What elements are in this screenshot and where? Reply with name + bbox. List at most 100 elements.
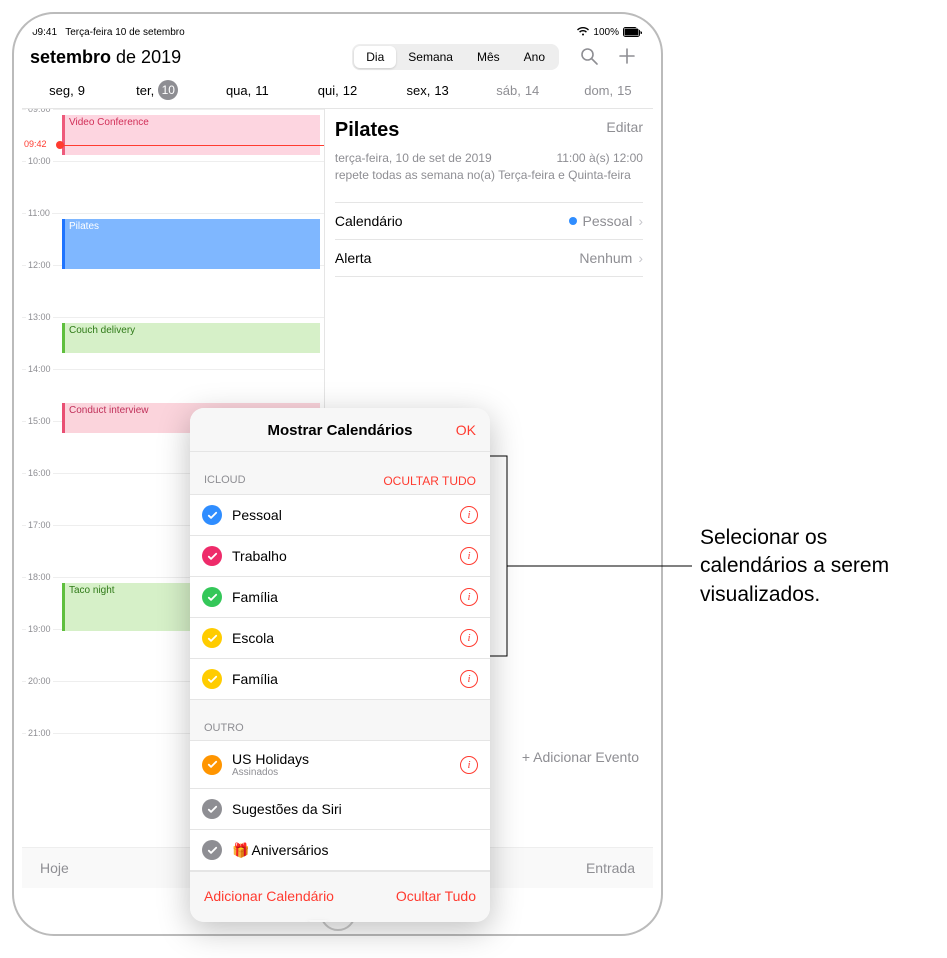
day-number: 11 <box>255 83 269 98</box>
calendar-color-dot <box>569 217 577 225</box>
timeline-event[interactable]: Pilates <box>62 219 320 269</box>
status-time: 09:41 <box>32 27 57 38</box>
hour-label: 20:00 <box>26 676 53 686</box>
section-other-label: OUTRO <box>204 722 244 734</box>
add-icon[interactable] <box>617 46 637 69</box>
hour-label: 14:00 <box>26 364 53 374</box>
hour-label: 15:00 <box>26 416 53 426</box>
popover-body[interactable]: ICLOUD OCULTAR TUDO PessoaliTrabalhoiFam… <box>190 452 490 871</box>
month-rest: de 2019 <box>111 47 181 67</box>
calendar-info-button[interactable]: i <box>460 506 478 524</box>
popover-ok-button[interactable]: OK <box>456 422 476 438</box>
calendar-list-item[interactable]: Sugestões da Siri <box>190 788 490 829</box>
day-number: 14 <box>525 83 539 98</box>
view-tab-dia[interactable]: Dia <box>354 46 396 68</box>
calendar-info-button[interactable]: i <box>460 670 478 688</box>
hour-label: 19:00 <box>26 624 53 634</box>
day-label: seg, <box>49 83 74 98</box>
chevron-right-icon: › <box>638 250 643 266</box>
view-tab-mês[interactable]: Mês <box>465 46 512 68</box>
calendar-name: Família <box>232 589 278 605</box>
now-time-label: 09:42 <box>24 139 47 149</box>
day-label: dom, <box>584 83 613 98</box>
hour-label: 16:00 <box>26 468 53 478</box>
view-segmented-control[interactable]: DiaSemanaMêsAno <box>352 44 559 70</box>
calendar-name: Família <box>232 671 278 687</box>
hour-label: 11:00 <box>26 208 52 218</box>
hour-label: 09:00 <box>26 109 53 114</box>
month-title[interactable]: setembro de 2019 <box>30 47 181 68</box>
hour-label: 17:00 <box>26 520 53 530</box>
calendar-name: Trabalho <box>232 548 287 564</box>
timeline-event[interactable]: Couch delivery <box>62 323 320 353</box>
battery-pct: 100% <box>593 27 619 38</box>
day-cell[interactable]: sex,13 <box>383 80 473 100</box>
calendar-list-item[interactable]: Escola i <box>190 617 490 658</box>
edit-button[interactable]: Editar <box>606 119 643 135</box>
event-date-line: terça-feira, 10 de set de 2019 <box>335 151 492 165</box>
calendar-info-button[interactable]: i <box>460 547 478 565</box>
day-number-selected: 10 <box>158 80 178 100</box>
alert-value: Nenhum <box>579 250 632 266</box>
inbox-button[interactable]: Entrada <box>586 860 635 876</box>
section-icloud-label: ICLOUD <box>204 474 246 488</box>
calendar-checkbox[interactable] <box>202 587 222 607</box>
calendar-list-item[interactable]: Família i <box>190 658 490 700</box>
add-event-button[interactable]: + Adicionar Evento <box>522 749 639 765</box>
calendar-checkbox[interactable] <box>202 840 222 860</box>
calendar-row[interactable]: Calendário Pessoal › <box>335 202 643 239</box>
chevron-right-icon: › <box>638 213 643 229</box>
weekday-row: seg, 9 ter,10 qua, 11 qui,12sex,13sáb,14 dom, 1… <box>22 76 653 109</box>
search-icon[interactable] <box>579 46 599 69</box>
today-button[interactable]: Hoje <box>40 860 69 876</box>
calendar-subtext: Assinados <box>232 767 450 778</box>
calendar-checkbox[interactable] <box>202 546 222 566</box>
calendar-checkbox[interactable] <box>202 669 222 689</box>
hide-all-icloud-button[interactable]: OCULTAR TUDO <box>383 474 476 488</box>
calendar-name: Sugestões da Siri <box>232 801 342 817</box>
hour-label: 21:00 <box>26 728 53 738</box>
hide-all-button[interactable]: Ocultar Tudo <box>396 888 476 904</box>
day-number: 15 <box>617 83 631 98</box>
top-bar: setembro de 2019 DiaSemanaMêsAno <box>22 40 653 76</box>
now-indicator-line <box>60 145 324 146</box>
calendar-value: Pessoal <box>583 213 633 229</box>
view-tab-ano[interactable]: Ano <box>512 46 557 68</box>
view-tab-semana[interactable]: Semana <box>396 46 465 68</box>
battery-icon <box>623 27 643 38</box>
month-bold: setembro <box>30 47 111 67</box>
calendar-list-item[interactable]: 🎁Aniversários <box>190 829 490 871</box>
hour-label: 18:00 <box>26 572 53 582</box>
day-number: 12 <box>343 83 357 98</box>
calendar-checkbox[interactable] <box>202 628 222 648</box>
alert-label: Alerta <box>335 250 372 266</box>
day-cell[interactable]: sáb,14 <box>473 80 563 100</box>
status-bar: 09:41 Terça-feira 10 de setembro 100% <box>22 22 653 40</box>
calendar-name: US Holidays <box>232 751 309 767</box>
day-number: 9 <box>78 83 85 98</box>
add-calendar-button[interactable]: Adicionar Calendário <box>204 888 334 904</box>
calendar-name: Escola <box>232 630 274 646</box>
alert-row[interactable]: Alerta Nenhum › <box>335 239 643 277</box>
day-cell[interactable]: qua, 11 <box>202 80 292 100</box>
calendar-info-button[interactable]: i <box>460 756 478 774</box>
timeline-event[interactable]: Video Conference <box>62 115 320 155</box>
wifi-icon <box>577 27 589 38</box>
day-label: qua, <box>226 83 251 98</box>
day-cell[interactable]: seg, 9 <box>22 80 112 100</box>
day-cell[interactable]: dom, 15 <box>563 80 653 100</box>
calendar-checkbox[interactable] <box>202 755 222 775</box>
calendar-list-item[interactable]: US HolidaysAssinados i <box>190 740 490 788</box>
calendar-list-item[interactable]: Trabalho i <box>190 535 490 576</box>
hour-label: 13:00 <box>26 312 53 322</box>
calendar-list-item[interactable]: Família i <box>190 576 490 617</box>
day-cell[interactable]: qui,12 <box>292 80 382 100</box>
gift-icon: 🎁 <box>232 842 249 858</box>
hour-row: 12:00 <box>22 265 324 317</box>
calendar-list-item[interactable]: Pessoali <box>190 494 490 535</box>
calendar-info-button[interactable]: i <box>460 588 478 606</box>
day-cell[interactable]: ter,10 <box>112 80 202 100</box>
calendar-checkbox[interactable] <box>202 505 222 525</box>
calendar-info-button[interactable]: i <box>460 629 478 647</box>
calendar-checkbox[interactable] <box>202 799 222 819</box>
